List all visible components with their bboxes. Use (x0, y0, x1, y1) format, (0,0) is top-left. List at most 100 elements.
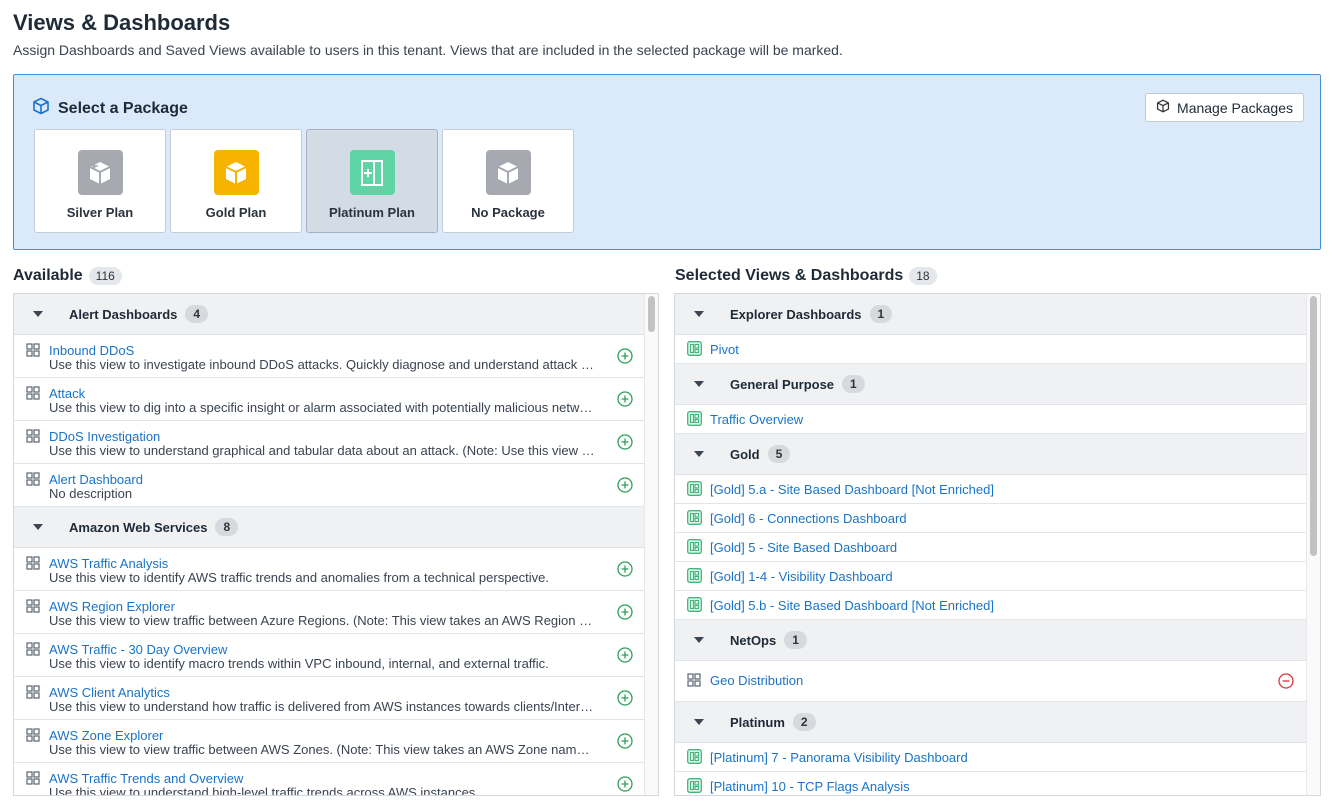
view-link[interactable]: [Gold] 5 - Site Based Dashboard (710, 540, 897, 555)
group-name: Gold (730, 446, 760, 462)
view-link[interactable]: [Gold] 1-4 - Visibility Dashboard (710, 569, 893, 584)
list-item: Attack Use this view to dig into a specif… (14, 378, 645, 421)
selected-item: [Gold] 5 - Site Based Dashboard (675, 533, 1308, 562)
dashboard-icon (687, 539, 702, 559)
grid-icon (26, 642, 40, 661)
view-link[interactable]: [Gold] 5.a - Site Based Dashboard [Not E… (710, 482, 994, 497)
grid-icon (26, 386, 40, 405)
view-link[interactable]: DDoS Investigation (49, 429, 160, 444)
list-item: AWS Traffic Analysis Use this view to ide… (14, 548, 645, 591)
view-link[interactable]: [Gold] 6 - Connections Dashboard (710, 511, 907, 526)
view-link[interactable]: [Platinum] 7 - Panorama Visibility Dashb… (710, 750, 968, 765)
cube-icon (32, 97, 50, 120)
group-header[interactable]: Alert Dashboards 4 (14, 294, 645, 335)
add-circle-icon[interactable] (617, 434, 633, 455)
add-circle-icon[interactable] (617, 776, 633, 795)
add-circle-icon[interactable] (617, 391, 633, 412)
group-count-badge: 5 (767, 445, 791, 463)
group-count-badge: 1 (842, 375, 865, 393)
selected-scrollbar[interactable] (1306, 294, 1320, 795)
view-link[interactable]: AWS Zone Explorer (49, 728, 163, 743)
package-card-no-package[interactable]: No Package (442, 129, 574, 233)
group-name: Alert Dashboards (69, 306, 178, 322)
manage-packages-label: Manage Packages (1177, 99, 1293, 116)
view-description: Use this view to identify macro trends w… (49, 656, 549, 671)
caret-down-icon[interactable] (33, 311, 43, 317)
group-name: General Purpose (730, 376, 835, 392)
package-card-silver-plan[interactable]: Silver Plan (34, 129, 166, 233)
selected-item: [Gold] 6 - Connections Dashboard (675, 504, 1308, 533)
package-selector-panel: Select a Package Manage Packages Silver … (13, 74, 1321, 250)
available-list[interactable]: Alert Dashboards 4 Inbound DDoS Use this vi… (13, 293, 659, 796)
caret-down-icon[interactable] (694, 381, 704, 387)
add-circle-icon[interactable] (617, 348, 633, 369)
caret-down-icon[interactable] (694, 311, 704, 317)
selected-scrollbar-thumb[interactable] (1310, 296, 1317, 556)
dashboard-icon (687, 510, 702, 530)
view-link[interactable]: [Gold] 5.b - Site Based Dashboard [Not E… (710, 598, 994, 613)
available-scrollbar-thumb[interactable] (648, 296, 655, 332)
group-header[interactable]: Platinum 2 (675, 702, 1308, 743)
selected-item: Traffic Overview (675, 405, 1308, 434)
grid-icon (26, 685, 40, 704)
add-circle-icon[interactable] (617, 647, 633, 668)
manage-packages-button[interactable]: Manage Packages (1145, 93, 1304, 122)
view-link[interactable]: Inbound DDoS (49, 343, 134, 358)
available-heading: Available 116 (13, 267, 122, 285)
selected-item: Geo Distribution (675, 661, 1308, 702)
group-count-badge: 1 (869, 305, 893, 323)
view-link[interactable]: Pivot (710, 342, 739, 357)
caret-down-icon[interactable] (33, 524, 43, 530)
view-description: Use this view to dig into a specific ins… (49, 400, 596, 415)
view-link[interactable]: Attack (49, 386, 85, 401)
package-card-gold-plan[interactable]: Gold Plan (170, 129, 302, 233)
add-circle-icon[interactable] (617, 604, 633, 625)
selected-title: Selected Views & Dashboards (675, 267, 904, 284)
view-link[interactable]: [Platinum] 10 - TCP Flags Analysis (710, 779, 910, 794)
page-title: Views & Dashboards (13, 10, 231, 35)
add-circle-icon[interactable] (617, 477, 633, 498)
list-item: AWS Client Analytics Use this view to und… (14, 677, 645, 720)
view-link[interactable]: Traffic Overview (710, 412, 803, 427)
view-link[interactable]: AWS Region Explorer (49, 599, 175, 614)
grid-icon (26, 771, 40, 790)
package-card-label: Silver Plan (66, 205, 134, 220)
cube-outline-icon (1156, 99, 1170, 116)
view-link[interactable]: AWS Traffic Analysis (49, 556, 168, 571)
grid-icon (687, 673, 701, 692)
group-header[interactable]: Gold 5 (675, 434, 1308, 475)
add-circle-icon[interactable] (617, 733, 633, 754)
add-circle-icon[interactable] (617, 561, 633, 582)
group-header[interactable]: General Purpose 1 (675, 364, 1308, 405)
package-panel-title: Select a Package (58, 99, 188, 117)
group-header[interactable]: Explorer Dashboards 1 (675, 294, 1308, 335)
list-item: DDoS Investigation Use this view to under… (14, 421, 645, 464)
selected-item: [Platinum] 7 - Panorama Visibility Dashb… (675, 743, 1308, 772)
package-card-platinum-plan[interactable]: Platinum Plan (306, 129, 438, 233)
group-header[interactable]: Amazon Web Services 8 (14, 507, 645, 548)
list-item: AWS Zone Explorer Use this view to view t… (14, 720, 645, 763)
add-circle-icon[interactable] (617, 690, 633, 711)
box-arrow-icon (77, 150, 123, 195)
view-link[interactable]: Alert Dashboard (49, 472, 143, 487)
caret-down-icon[interactable] (694, 451, 704, 457)
caret-down-icon[interactable] (694, 637, 704, 643)
remove-circle-icon[interactable] (1278, 673, 1294, 694)
dashboard-icon (687, 481, 702, 501)
box-icon (213, 150, 259, 195)
list-item: Inbound DDoS Use this view to investigate… (14, 335, 645, 378)
package-card-label: Platinum Plan (329, 205, 415, 220)
selected-item: [Gold] 5.b - Site Based Dashboard [Not E… (675, 591, 1308, 620)
caret-down-icon[interactable] (694, 719, 704, 725)
selected-list[interactable]: Explorer Dashboards 1 Pivot General Purpose… (674, 293, 1321, 796)
view-link[interactable]: AWS Traffic - 30 Day Overview (49, 642, 227, 657)
view-link[interactable]: AWS Traffic Trends and Overview (49, 771, 243, 786)
box-icon (485, 150, 531, 195)
group-count-badge: 2 (792, 713, 816, 731)
view-link[interactable]: Geo Distribution (710, 673, 803, 688)
list-item: Alert Dashboard No description (14, 464, 645, 507)
group-header[interactable]: NetOps 1 (675, 620, 1308, 661)
available-scrollbar[interactable] (644, 294, 658, 795)
package-header: Select a Package (32, 97, 188, 120)
view-link[interactable]: AWS Client Analytics (49, 685, 170, 700)
